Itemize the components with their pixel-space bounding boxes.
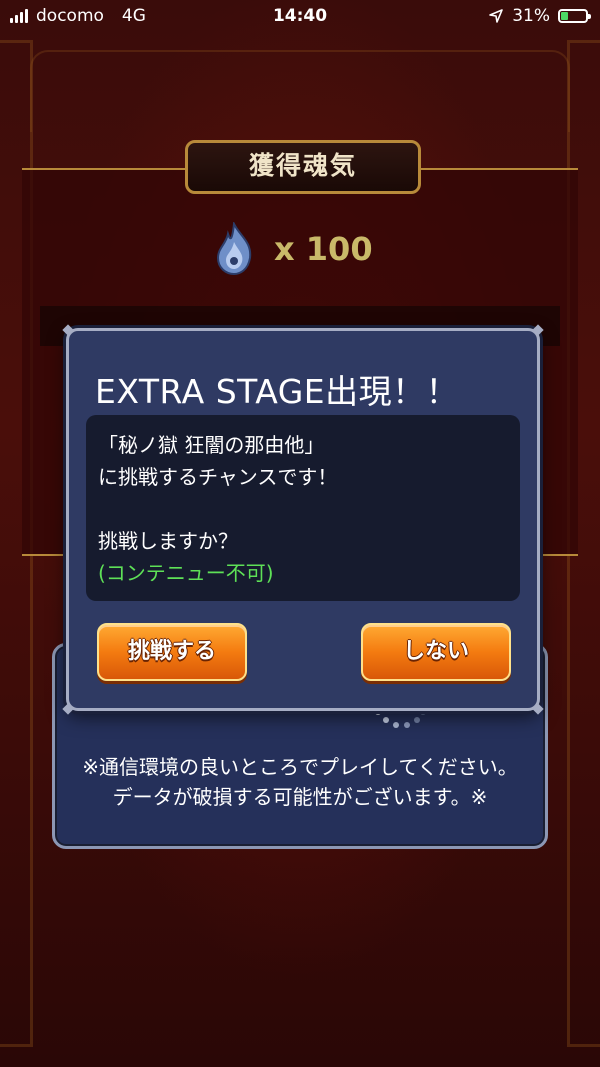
battery-percent: 31% (512, 6, 550, 26)
dialog-message-box: 「秘ノ獄 狂闇の那由他」 に挑戦するチャンスです！ 挑戦しますか？ (コンテニュ… (86, 415, 520, 601)
dialog-stage-name: 「秘ノ獄 狂闇の那由他」 (98, 433, 325, 457)
challenge-button[interactable]: 挑戦する (97, 623, 247, 681)
no-continue-note: (コンテニュー不可) (98, 561, 274, 585)
acquired-soul-header: 獲得魂気 (185, 140, 421, 194)
frame-ornament-top (30, 50, 570, 132)
status-bar: docomo 4G 14:40 31% (0, 0, 600, 34)
decline-button[interactable]: しない (361, 623, 511, 681)
extra-stage-dialog: EXTRA STAGE出現！！ 「秘ノ獄 狂闇の那由他」 に挑戦するチャンスです… (62, 324, 544, 715)
dialog-question: 挑戦しますか？ (98, 529, 238, 553)
location-arrow-icon (489, 9, 504, 23)
dialog-title: EXTRA STAGE出現！！ (95, 372, 460, 411)
battery-icon (558, 9, 591, 23)
connection-warning-line1: ※通信環境の良いところでプレイしてください。 (82, 755, 518, 779)
soul-amount: x 100 (274, 230, 373, 268)
soul-reward-row: x 100 (212, 222, 373, 276)
dialog-message: に挑戦するチャンスです！ (98, 465, 338, 489)
connection-warning-line2: データが破損する可能性がございます。※ (112, 785, 488, 809)
connection-warning: ※通信環境の良いところでプレイしてください。 データが破損する可能性がございます… (52, 752, 548, 812)
soul-flame-icon (216, 222, 252, 276)
